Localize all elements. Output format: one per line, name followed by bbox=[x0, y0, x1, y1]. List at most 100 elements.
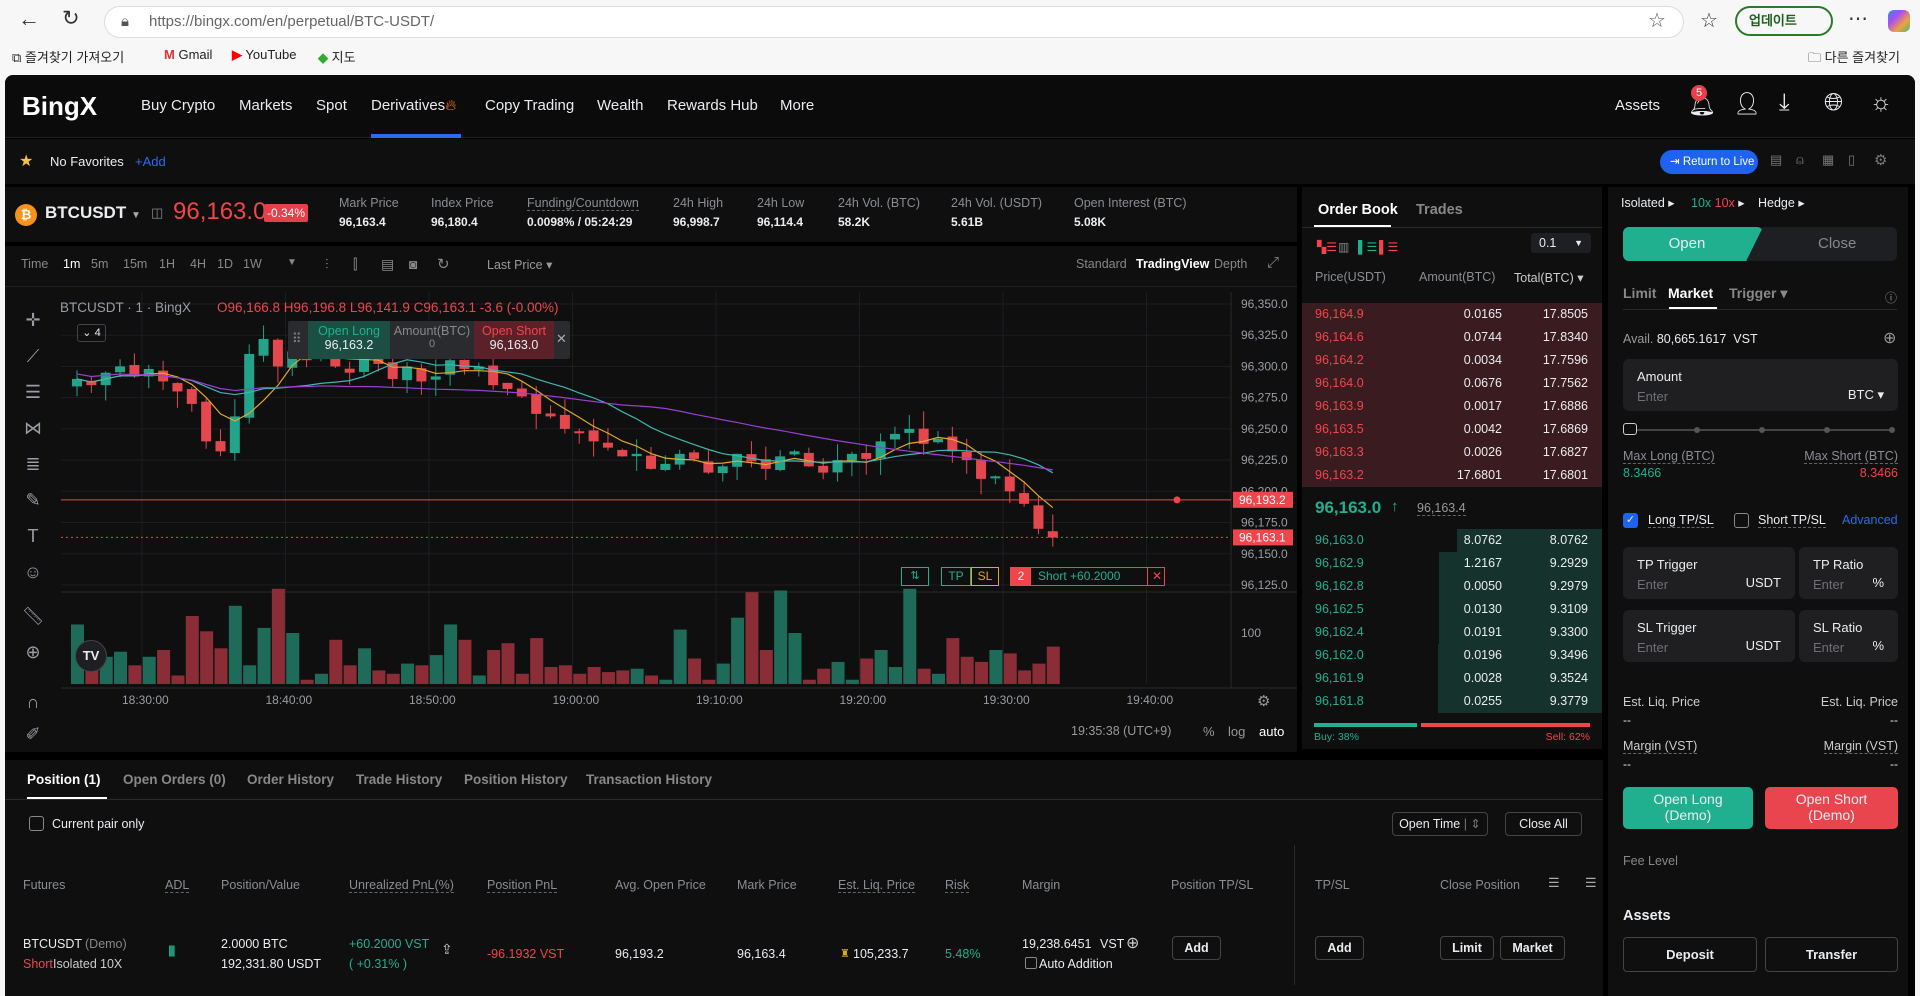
col-total[interactable]: Total(BTC) ▾ bbox=[1514, 270, 1583, 285]
book-icon[interactable]: ◫ bbox=[151, 205, 163, 221]
close-icon[interactable]: ✕ bbox=[556, 331, 567, 347]
price-chart[interactable]: 96,350.0 96,325.0 96,300.0 96,275.0 96,250.0… bbox=[61, 292, 1297, 716]
bingx-logo[interactable]: BingX bbox=[22, 91, 97, 122]
mark-price[interactable]: 96,163.4 bbox=[1417, 501, 1466, 516]
info-icon[interactable]: ⓘ bbox=[1885, 289, 1897, 306]
close-tab[interactable]: Close bbox=[1818, 235, 1856, 252]
chart-settings-icon[interactable]: ⚙ bbox=[1257, 692, 1270, 710]
layout-bars-icon[interactable]: ▥ bbox=[1338, 240, 1349, 254]
favorites-icon[interactable]: ☆ bbox=[1700, 8, 1718, 33]
interval-4h[interactable]: 4H bbox=[190, 257, 206, 271]
tp-button[interactable]: TP bbox=[941, 567, 971, 586]
star-icon[interactable]: ☆ bbox=[1648, 8, 1666, 33]
return-to-live-button[interactable]: ⇥ Return to Live bbox=[1660, 150, 1758, 174]
bookmark-gmail[interactable]: M Gmail bbox=[164, 47, 212, 62]
price-type-select[interactable]: Last Price ▾ bbox=[487, 257, 552, 272]
download-icon[interactable]: ⤓ bbox=[1779, 89, 1790, 117]
tp-trigger-input[interactable]: TP Trigger Enter USDT bbox=[1623, 547, 1795, 599]
positions-tab[interactable]: Order History bbox=[247, 772, 334, 787]
slider-step[interactable] bbox=[1824, 427, 1830, 433]
view-standard[interactable]: Standard bbox=[1076, 257, 1127, 271]
bid-row[interactable]: 96,162.5 0.0130 9.3109 bbox=[1302, 598, 1602, 621]
text-icon[interactable]: T bbox=[19, 526, 47, 547]
short-tpsl-checkbox[interactable] bbox=[1734, 513, 1749, 528]
theme-icon[interactable]: ☼ bbox=[1870, 89, 1892, 117]
leverage-select[interactable]: 10x 10x ▸ bbox=[1691, 195, 1745, 210]
close-limit-button[interactable]: Limit bbox=[1440, 936, 1494, 960]
interval-1d[interactable]: 1D bbox=[217, 257, 233, 271]
pattern-icon[interactable]: ⋈ bbox=[19, 418, 47, 439]
positions-tab[interactable]: Trade History bbox=[356, 772, 442, 787]
layout-asks-icon[interactable]: ▌☰ bbox=[1379, 240, 1398, 254]
emoji-icon[interactable]: ☺ bbox=[19, 562, 47, 583]
document-icon[interactable]: ▤ bbox=[1770, 152, 1782, 168]
bid-row[interactable]: 96,162.8 0.0050 9.2979 bbox=[1302, 575, 1602, 598]
fullscreen-icon[interactable]: ⤢ bbox=[1267, 254, 1279, 271]
globe-icon[interactable]: 🌐︎ bbox=[1824, 89, 1843, 117]
add-favorite-link[interactable]: +Add bbox=[135, 154, 166, 169]
interval-more-icon[interactable]: ▼ bbox=[287, 257, 297, 268]
order-type-trigger[interactable]: Trigger ▾ bbox=[1729, 285, 1787, 302]
long-tpsl-checkbox[interactable]: ✓ bbox=[1623, 513, 1638, 528]
update-button[interactable]: 업데이트 bbox=[1735, 6, 1833, 36]
auto-scale[interactable]: auto bbox=[1259, 724, 1284, 739]
calculator-icon[interactable]: ▦ bbox=[1822, 152, 1834, 168]
position-line-label[interactable]: 2 Short +60.2000 ✕ bbox=[1010, 567, 1165, 586]
fib-icon[interactable]: ≣ bbox=[19, 454, 47, 475]
add-funds-icon[interactable]: ⊕ bbox=[1883, 328, 1896, 348]
slider-step[interactable] bbox=[1694, 427, 1700, 433]
magnet-icon[interactable]: ∩ bbox=[19, 692, 47, 713]
open-long-button[interactable]: Open Long (Demo) bbox=[1623, 787, 1753, 829]
bookmark-other[interactable]: 🗀︎ 다른 즐겨찾기 bbox=[1808, 47, 1900, 71]
nav-more[interactable]: More bbox=[780, 97, 814, 114]
nav-spot[interactable]: Spot bbox=[316, 97, 347, 114]
share-icon[interactable]: ⇪ bbox=[441, 941, 453, 958]
nav-markets[interactable]: Markets bbox=[239, 97, 292, 114]
nav-assets[interactable]: Assets bbox=[1615, 97, 1660, 114]
bid-row[interactable]: 96,162.9 1.2167 9.2929 bbox=[1302, 552, 1602, 575]
bookmark-youtube[interactable]: ▶ YouTube bbox=[232, 47, 296, 63]
interval-1w[interactable]: 1W bbox=[243, 257, 262, 271]
ask-row[interactable]: 96,164.9 0.0165 17.8505 bbox=[1302, 303, 1602, 326]
symbol-selector[interactable]: BTCUSDT ▼ bbox=[45, 203, 141, 223]
address-bar[interactable]: 🔒︎ https://bingx.com/en/perpetual/BTC-USD… bbox=[104, 6, 1684, 38]
percent-scale[interactable]: % bbox=[1203, 724, 1215, 739]
sl-ratio-input[interactable]: SL Ratio Enter% bbox=[1799, 610, 1898, 662]
deposit-button[interactable]: Deposit bbox=[1623, 937, 1757, 972]
user-icon[interactable]: 👤︎ bbox=[1733, 91, 1761, 117]
nav-rewards-hub[interactable]: Rewards Hub bbox=[667, 97, 758, 114]
current-pair-checkbox[interactable] bbox=[29, 816, 44, 831]
template-icon[interactable]: ▤ bbox=[381, 256, 394, 273]
quick-open-short[interactable]: Open Short 96,163.0 bbox=[474, 321, 554, 359]
ask-row[interactable]: 96,163.9 0.0017 17.6886 bbox=[1302, 395, 1602, 418]
lock-drawing-icon[interactable]: ✐ bbox=[19, 724, 47, 745]
tab-order-book[interactable]: Order Book bbox=[1318, 202, 1398, 218]
copilot-icon[interactable] bbox=[1888, 10, 1910, 32]
close-position-icon[interactable]: ✕ bbox=[1147, 568, 1162, 585]
ruler-icon[interactable]: 📏︎ bbox=[19, 606, 47, 627]
ask-row[interactable]: 96,164.0 0.0676 17.7562 bbox=[1302, 372, 1602, 395]
ask-row[interactable]: 96,163.5 0.0042 17.6869 bbox=[1302, 418, 1602, 441]
transfer-button[interactable]: Transfer bbox=[1765, 937, 1898, 972]
reset-icon[interactable]: ↻ bbox=[437, 255, 450, 273]
interval-1h[interactable]: 1H bbox=[159, 257, 175, 271]
advanced-link[interactable]: Advanced bbox=[1842, 513, 1898, 527]
trendline-icon[interactable]: ⟋ bbox=[19, 346, 47, 367]
sl-trigger-input[interactable]: SL Trigger Enter USDT bbox=[1623, 610, 1795, 662]
view-tradingview[interactable]: TradingView bbox=[1136, 257, 1209, 271]
slider-step[interactable] bbox=[1889, 427, 1895, 433]
position-line-handle[interactable] bbox=[1173, 496, 1181, 504]
layout-bids-icon[interactable]: ▌☰ bbox=[1358, 240, 1377, 254]
amount-input[interactable]: Amount Enter BTC ▾ bbox=[1623, 359, 1898, 411]
positions-tab[interactable]: Transaction History bbox=[586, 772, 712, 787]
horizontal-lines-icon[interactable]: ☰ bbox=[19, 382, 47, 403]
position-mode-select[interactable]: Hedge ▸ bbox=[1758, 195, 1805, 210]
bid-row[interactable]: 96,162.4 0.0191 9.3300 bbox=[1302, 621, 1602, 644]
ask-row[interactable]: 96,163.3 0.0026 17.6827 bbox=[1302, 441, 1602, 464]
candle-type-icon[interactable]: ⫿ bbox=[353, 256, 357, 273]
amount-unit-select[interactable]: BTC ▾ bbox=[1848, 387, 1884, 403]
zoom-in-icon[interactable]: ⊕ bbox=[19, 642, 47, 663]
screenshot-icon[interactable]: ◙ bbox=[409, 256, 417, 272]
tab-trades[interactable]: Trades bbox=[1416, 202, 1463, 218]
order-type-limit[interactable]: Limit bbox=[1623, 285, 1656, 301]
